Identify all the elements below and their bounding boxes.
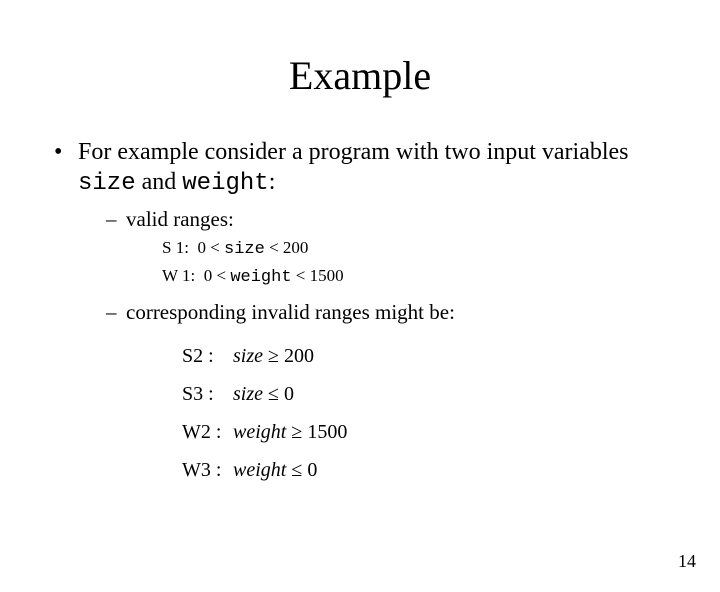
bullet1-text-mid: and <box>136 169 183 195</box>
page-number: 14 <box>678 551 696 572</box>
bullet-item-1: For example consider a program with two … <box>54 137 666 489</box>
s2-label: S2 : <box>182 337 228 375</box>
sub1-text: valid ranges: <box>126 207 234 231</box>
w3-var: weight <box>233 459 286 481</box>
range-s3: S3 : size ≤ 0 <box>182 375 666 413</box>
range-s1: S 1: 0 < size < 200 <box>162 235 666 263</box>
slide: Example For example consider a program w… <box>0 52 720 592</box>
range-s2: S2 : size ≥ 200 <box>182 337 666 375</box>
s3-label: S3 : <box>182 375 228 413</box>
w3-label: W3 : <box>182 451 228 489</box>
bullet1-code-weight: weight <box>182 170 268 197</box>
invalid-ranges-block: S2 : size ≥ 200 S3 : size ≤ 0 W2 : weigh… <box>126 327 666 489</box>
s1-a: 0 < <box>197 238 224 257</box>
bullet1-text-post: : <box>269 169 276 195</box>
w1-b: < 1500 <box>292 266 344 285</box>
w1-label: W 1: <box>162 266 195 285</box>
bullet1-code-size: size <box>78 170 136 197</box>
s1-code: size <box>224 240 265 259</box>
s3-var: size <box>233 383 263 405</box>
sub-bullet-valid: valid ranges: S 1: 0 < size < 200 W 1: 0… <box>106 205 666 296</box>
w1-a: 0 < <box>204 266 231 285</box>
s2-rel: ≥ 200 <box>263 345 314 367</box>
w2-rel: ≥ 1500 <box>286 421 347 443</box>
slide-title: Example <box>0 52 720 99</box>
s2-var: size <box>233 345 263 367</box>
s1-b: < 200 <box>265 238 309 257</box>
bullet1-text-pre: For example consider a program with two … <box>78 139 629 165</box>
slide-body: For example consider a program with two … <box>0 137 720 489</box>
valid-ranges-block: S 1: 0 < size < 200 W 1: 0 < weight < 15… <box>126 233 666 296</box>
range-w3: W3 : weight ≤ 0 <box>182 451 666 489</box>
w3-rel: ≤ 0 <box>286 459 317 481</box>
sub-bullet-invalid: corresponding invalid ranges might be: S… <box>106 298 666 488</box>
sub-bullet-list: valid ranges: S 1: 0 < size < 200 W 1: 0… <box>78 205 666 489</box>
w1-code: weight <box>230 268 291 287</box>
range-w2: W2 : weight ≥ 1500 <box>182 413 666 451</box>
s1-label: S 1: <box>162 238 189 257</box>
sub2-text: corresponding invalid ranges might be: <box>126 300 455 324</box>
w2-var: weight <box>233 421 286 443</box>
bullet-list: For example consider a program with two … <box>54 137 666 489</box>
s3-rel: ≤ 0 <box>263 383 294 405</box>
range-w1: W 1: 0 < weight < 1500 <box>162 263 666 291</box>
w2-label: W2 : <box>182 413 228 451</box>
